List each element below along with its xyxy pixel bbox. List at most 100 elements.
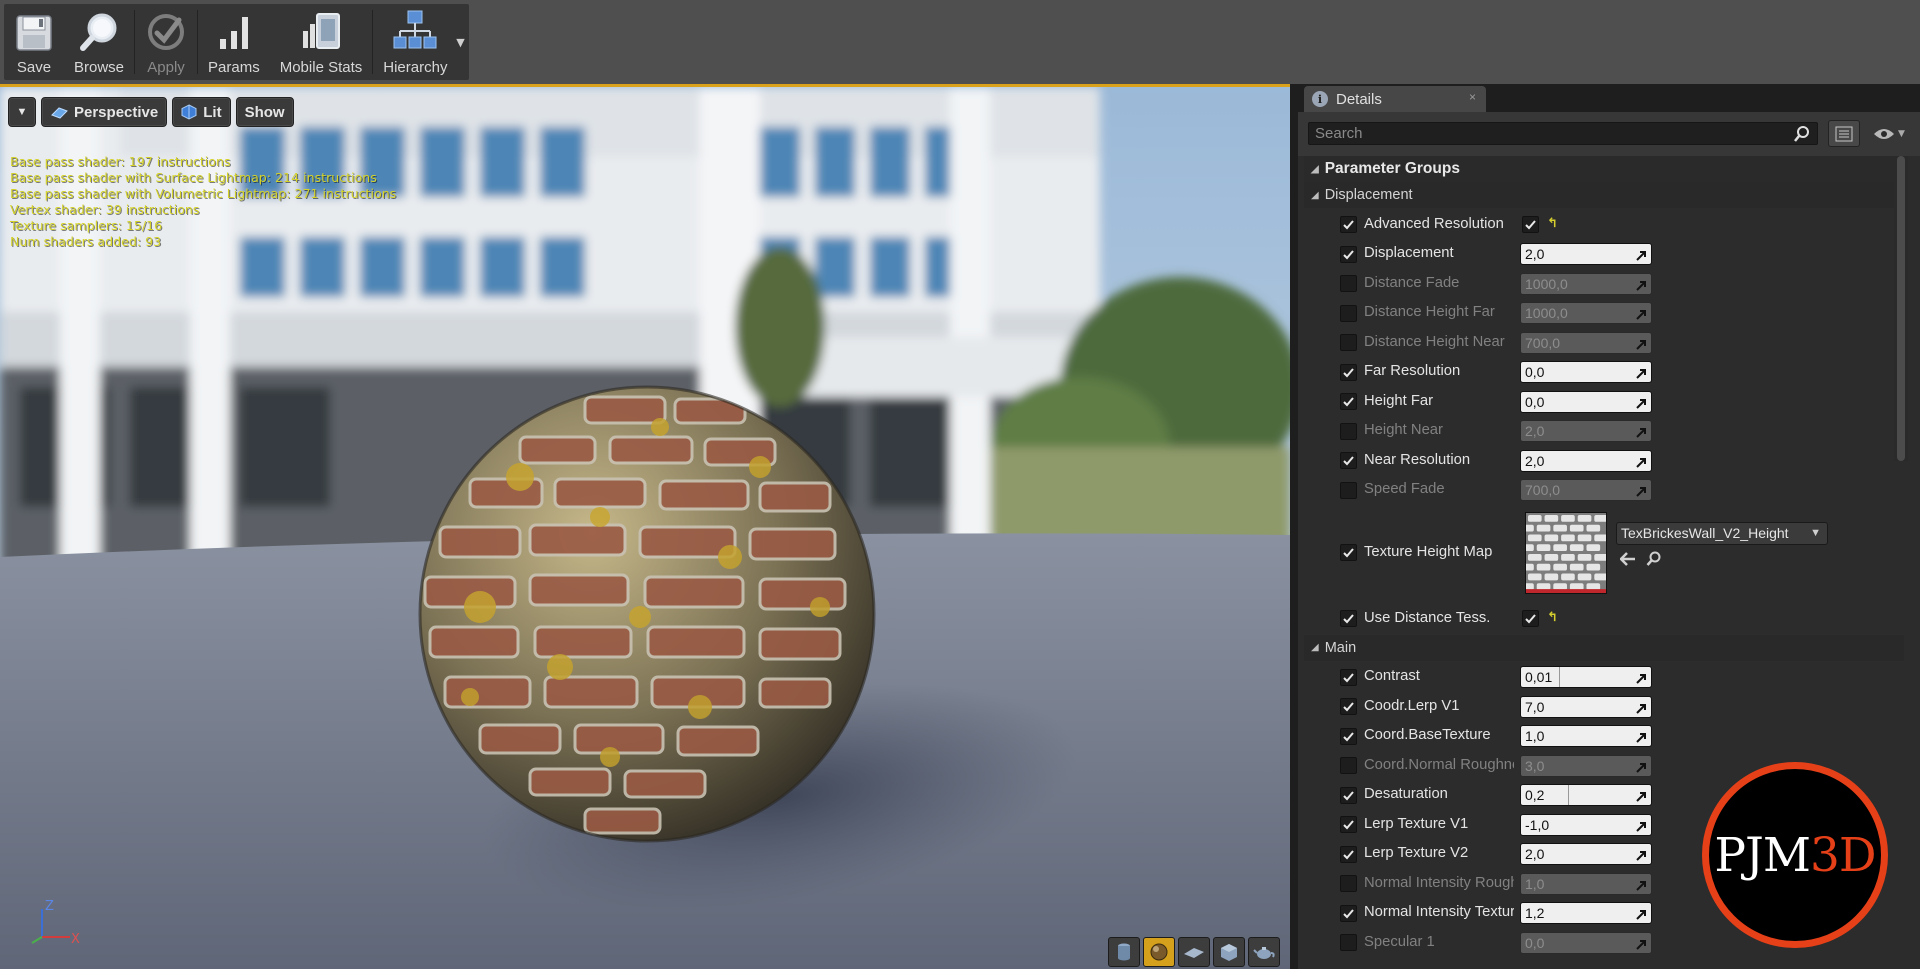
override-checkbox[interactable]: [1340, 816, 1357, 834]
override-checkbox[interactable]: [1340, 544, 1357, 561]
show-button[interactable]: Show: [235, 97, 294, 127]
expand-icon[interactable]: [1635, 877, 1647, 894]
value-field[interactable]: 0,0: [1520, 361, 1652, 384]
expand-icon[interactable]: [1635, 277, 1647, 294]
expand-icon[interactable]: [1635, 483, 1647, 500]
preview-cube-button[interactable]: [1213, 937, 1245, 967]
asset-picker-combo[interactable]: TexBrickesWall_V2_Height ▼: [1616, 522, 1828, 545]
close-icon[interactable]: ×: [1469, 90, 1476, 104]
teapot-icon: [1253, 947, 1275, 959]
preview-viewport[interactable]: ▼ Perspective Lit Show Base pass shader:: [0, 84, 1290, 969]
value-field[interactable]: 0,0: [1520, 390, 1652, 413]
override-checkbox[interactable]: [1340, 245, 1357, 263]
reset-to-default-icon[interactable]: ↰: [1547, 216, 1558, 231]
use-selected-asset-button[interactable]: [1618, 550, 1638, 568]
expand-icon[interactable]: [1635, 847, 1647, 864]
override-checkbox[interactable]: [1340, 934, 1357, 952]
category-main[interactable]: ◢ Main: [1304, 634, 1904, 661]
preview-custom-mesh-button[interactable]: [1248, 937, 1280, 967]
apply-button[interactable]: Apply: [135, 4, 197, 80]
override-checkbox[interactable]: [1340, 786, 1357, 804]
category-displacement[interactable]: ◢ Displacement: [1304, 182, 1904, 208]
expand-icon[interactable]: [1635, 729, 1647, 746]
override-checkbox[interactable]: [1340, 275, 1357, 293]
expand-icon[interactable]: [1635, 759, 1647, 776]
details-tab[interactable]: i Details ×: [1304, 86, 1486, 112]
scrollbar-thumb[interactable]: [1897, 156, 1905, 461]
override-checkbox[interactable]: [1340, 216, 1357, 234]
value-field[interactable]: 0,0: [1520, 931, 1652, 954]
preview-cylinder-button[interactable]: [1108, 937, 1140, 967]
viewport-options-button[interactable]: ▼: [8, 97, 36, 127]
override-checkbox[interactable]: [1340, 757, 1357, 775]
value-field[interactable]: 0,2: [1520, 784, 1652, 807]
search-input[interactable]: Search: [1308, 122, 1818, 145]
value-checkbox[interactable]: [1522, 216, 1539, 234]
value-field[interactable]: 1,2: [1520, 902, 1652, 925]
expand-icon[interactable]: [1635, 306, 1647, 323]
value-checkbox[interactable]: [1522, 610, 1539, 628]
value-field[interactable]: 1,0: [1520, 725, 1652, 748]
expand-icon[interactable]: [1635, 454, 1647, 471]
expand-icon[interactable]: [1635, 395, 1647, 412]
value-field[interactable]: 1,0: [1520, 872, 1652, 895]
value-field[interactable]: 1000,0: [1520, 302, 1652, 325]
value-field[interactable]: 700,0: [1520, 479, 1652, 502]
value-field[interactable]: 7,0: [1520, 695, 1652, 718]
hierarchy-button[interactable]: Hierarchy: [373, 4, 451, 80]
expand-icon[interactable]: [1635, 424, 1647, 441]
value-field[interactable]: 1000,0: [1520, 272, 1652, 295]
override-checkbox[interactable]: [1340, 304, 1357, 322]
save-button[interactable]: Save: [4, 4, 64, 80]
override-checkbox[interactable]: [1340, 481, 1357, 499]
reset-to-default-icon[interactable]: ↰: [1547, 610, 1558, 625]
value-field[interactable]: 2,0: [1520, 420, 1652, 443]
override-checkbox[interactable]: [1340, 452, 1357, 470]
browse-asset-button[interactable]: [1644, 550, 1664, 568]
value-field[interactable]: 2,0: [1520, 449, 1652, 472]
lit-button[interactable]: Lit: [172, 97, 231, 127]
value-field[interactable]: 2,0: [1520, 843, 1652, 866]
value-field[interactable]: -1,0: [1520, 813, 1652, 836]
details-scrollbar[interactable]: [1894, 156, 1908, 461]
expand-icon[interactable]: [1635, 365, 1647, 382]
override-checkbox[interactable]: [1340, 845, 1357, 863]
expand-icon[interactable]: [1635, 818, 1647, 835]
override-checkbox[interactable]: [1340, 422, 1357, 440]
override-checkbox[interactable]: [1340, 904, 1357, 922]
override-checkbox[interactable]: [1340, 610, 1357, 628]
expand-icon[interactable]: [1635, 788, 1647, 805]
override-checkbox[interactable]: [1340, 668, 1357, 686]
perspective-button[interactable]: Perspective: [41, 97, 168, 127]
hierarchy-dropdown[interactable]: ▼: [451, 4, 469, 80]
override-checkbox[interactable]: [1340, 393, 1357, 411]
view-options-button[interactable]: [1828, 120, 1860, 147]
chevron-down-icon: ▼: [456, 35, 465, 49]
preview-sphere-button[interactable]: [1143, 937, 1175, 967]
expand-icon[interactable]: [1635, 936, 1647, 953]
override-checkbox[interactable]: [1340, 698, 1357, 716]
value-field[interactable]: 2,0: [1520, 243, 1652, 266]
override-checkbox[interactable]: [1340, 334, 1357, 352]
browse-button[interactable]: Browse: [64, 4, 134, 80]
parameter-groups-header[interactable]: ◢ Parameter Groups: [1304, 156, 1904, 182]
panel-splitter[interactable]: [1290, 84, 1298, 969]
override-checkbox[interactable]: [1340, 363, 1357, 381]
expand-icon[interactable]: [1635, 700, 1647, 717]
value-field[interactable]: 0,01: [1520, 666, 1652, 689]
texture-thumbnail[interactable]: [1525, 512, 1607, 594]
override-checkbox[interactable]: [1340, 875, 1357, 893]
preview-plane-button[interactable]: [1178, 937, 1210, 967]
value-field[interactable]: 3,0: [1520, 754, 1652, 777]
override-checkbox[interactable]: [1340, 727, 1357, 745]
params-button[interactable]: Params: [198, 4, 270, 80]
expand-icon[interactable]: [1635, 247, 1647, 264]
mobile-stats-button[interactable]: Mobile Stats: [270, 4, 373, 80]
expand-icon[interactable]: [1635, 336, 1647, 353]
expand-icon[interactable]: [1635, 906, 1647, 923]
visibility-button[interactable]: ▼: [1866, 120, 1912, 147]
parameter-row: Height Near 2,0: [1304, 417, 1904, 447]
value-field[interactable]: 700,0: [1520, 331, 1652, 354]
eye-icon: [1874, 128, 1895, 139]
expand-icon[interactable]: [1635, 670, 1647, 687]
